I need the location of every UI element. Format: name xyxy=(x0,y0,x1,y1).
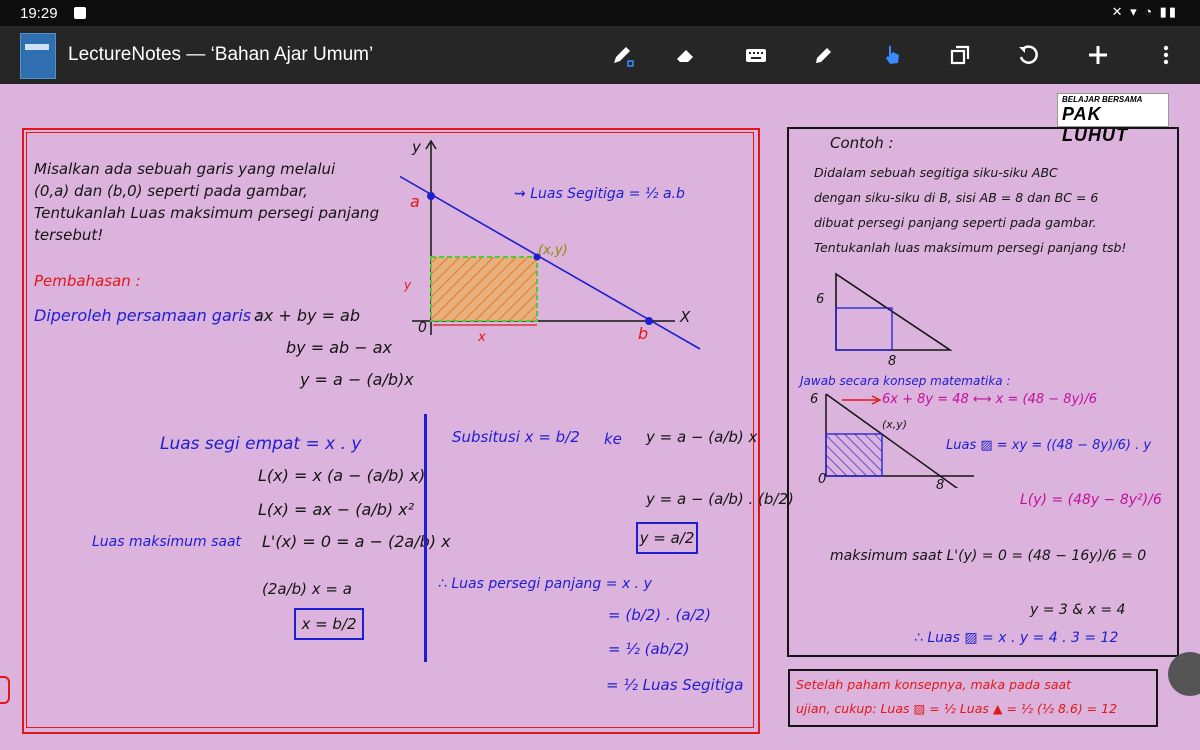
keyboard-icon[interactable] xyxy=(740,39,772,71)
equation-line: y = 3 & x = 4 xyxy=(1030,602,1126,618)
axis-label-8: 8 xyxy=(936,478,945,493)
eraser-icon[interactable] xyxy=(670,39,702,71)
pak-luhut-logo: BELAJAR BERSAMA PAK LUHUT xyxy=(1057,93,1169,145)
equation-line: y = a − (a/b) . (b/2) xyxy=(646,490,794,508)
equation-line: y = a − (a/b)x xyxy=(300,370,414,389)
x-result-box: x = b/2 xyxy=(294,608,364,640)
luas-segi-empat: Luas segi empat = x . y xyxy=(160,434,362,454)
result-line: = (b/2) . (a/2) xyxy=(608,606,711,624)
problem-text: Misalkan ada sebuah garis yang melalui (… xyxy=(34,158,379,246)
jawab-label: Jawab secara konsep matematika : xyxy=(800,374,1011,388)
point-a xyxy=(427,192,435,200)
equation-line: 6x + 8y = 48 ⟷ x = (48 − 8y)/6 xyxy=(882,392,1097,407)
more-icon[interactable] xyxy=(1150,39,1182,71)
final-result: ∴ Luas ▨ = x . y = 4 . 3 = 12 xyxy=(914,630,1119,646)
luas-maksimum-label: Luas maksimum saat xyxy=(92,534,242,550)
x-segment-label: x xyxy=(478,330,486,345)
contoh-heading: Contoh : xyxy=(830,134,894,152)
problem-line: tersebut! xyxy=(34,226,104,244)
triangle-area-text: Luas Segitiga = ½ a.b xyxy=(530,186,685,202)
label-xy: (x,y) xyxy=(538,243,568,258)
problem-line: Tentukanlah Luas maksimum persegi panjan… xyxy=(34,204,380,222)
diperoleh-label: Diperoleh persamaan garis : xyxy=(34,306,262,325)
equation-line: Luas ▨ = xy = ((48 − 8y)/6) . y xyxy=(946,438,1152,453)
equation-line: by = ab − ax xyxy=(286,338,393,357)
column-divider xyxy=(424,414,427,662)
label-a: a xyxy=(410,192,420,211)
summary-line: Setelah paham konsepnya, maka pada saat xyxy=(796,677,1072,692)
equation-line: L'(x) = 0 = a − (2a/b) x xyxy=(262,532,451,551)
hand-icon[interactable] xyxy=(876,39,908,71)
notebook-icon[interactable] xyxy=(20,33,56,79)
summary-line: ujian, cukup: Luas ▨ = ½ Luas ▲ = ½ (½ 8… xyxy=(796,701,1118,716)
pembahasan-heading: Pembahasan : xyxy=(34,272,141,290)
therefore-line: ∴ Luas persegi panjang = x . y xyxy=(438,576,652,592)
triangle-figure xyxy=(835,272,953,351)
point-xy-label: (x,y) xyxy=(882,418,908,431)
undo-icon[interactable] xyxy=(1012,39,1044,71)
origin-label: 0 xyxy=(818,472,827,487)
ke-label: ke xyxy=(604,430,622,448)
summary-box: Setelah paham konsepnya, maka pada saat … xyxy=(788,669,1158,727)
highlighter-icon[interactable] xyxy=(808,39,840,71)
equation-line: L(y) = (48y − 8y²)/6 xyxy=(1020,492,1162,508)
shaded-rectangle xyxy=(430,256,538,322)
notification-icon xyxy=(74,7,86,19)
equation-line: L(x) = x (a − (a/b) x) xyxy=(258,466,426,485)
add-icon[interactable] xyxy=(1082,39,1114,71)
example-line: Tentukanlah luas maksimum persegi panjan… xyxy=(814,240,1127,255)
app-title: LectureNotes — ‘Bahan Ajar Umum’ xyxy=(68,44,374,65)
example-line: dibuat persegi panjang seperti pada gamb… xyxy=(814,215,1097,230)
y-axis-label: y xyxy=(412,138,421,156)
pen-icon[interactable] xyxy=(606,39,638,71)
triangle-area-note: ⇝ Luas Segitiga = ½ a.b xyxy=(514,186,685,202)
y-result-box: y = a/2 xyxy=(636,522,698,554)
status-bar: 19:29 ✕ ▾ ◔ ▮▮ xyxy=(0,0,1200,26)
equation-line: ax + by = ab xyxy=(254,306,361,325)
side-handle[interactable] xyxy=(0,676,10,704)
app-bar: LectureNotes — ‘Bahan Ajar Umum’ xyxy=(0,26,1200,84)
label-b: b xyxy=(638,324,649,343)
example-line: Didalam sebuah segitiga siku-siku ABC xyxy=(814,165,1058,180)
result-line: = ½ Luas Segitiga xyxy=(606,676,744,694)
example-text: Didalam sebuah segitiga siku-siku ABC de… xyxy=(814,160,1126,260)
equation-line: (2a/b) x = a xyxy=(262,580,352,598)
equation-line: y = a − (a/b) x xyxy=(646,428,758,446)
side-label-6: 6 xyxy=(816,292,825,307)
result-line: = ½ (ab/2) xyxy=(608,640,690,658)
equation-line: maksimum saat L'(y) = 0 = (48 − 16y)/6 =… xyxy=(830,548,1147,564)
problem-line: (0,a) dan (b,0) seperti pada gambar, xyxy=(34,182,308,200)
subsitusi-label: Subsitusi x = b/2 xyxy=(452,428,580,446)
system-icons: ✕ ▾ ◔ ▮▮ xyxy=(1111,4,1178,19)
clock: 19:29 xyxy=(20,5,58,22)
origin-label: 0 xyxy=(418,320,427,336)
side-label-8: 8 xyxy=(888,354,897,369)
logo-subtitle: BELAJAR BERSAMA xyxy=(1062,95,1143,104)
equation-line: L(x) = ax − (a/b) x² xyxy=(258,500,415,519)
x-axis-label: X xyxy=(680,308,691,326)
y-segment-label: y xyxy=(404,278,412,292)
axis-label-6: 6 xyxy=(810,392,819,407)
example-line: dengan siku-siku di B, sisi AB = 8 dan B… xyxy=(814,190,1099,205)
copy-icon[interactable] xyxy=(944,39,976,71)
problem-line: Misalkan ada sebuah garis yang melalui xyxy=(34,160,336,178)
